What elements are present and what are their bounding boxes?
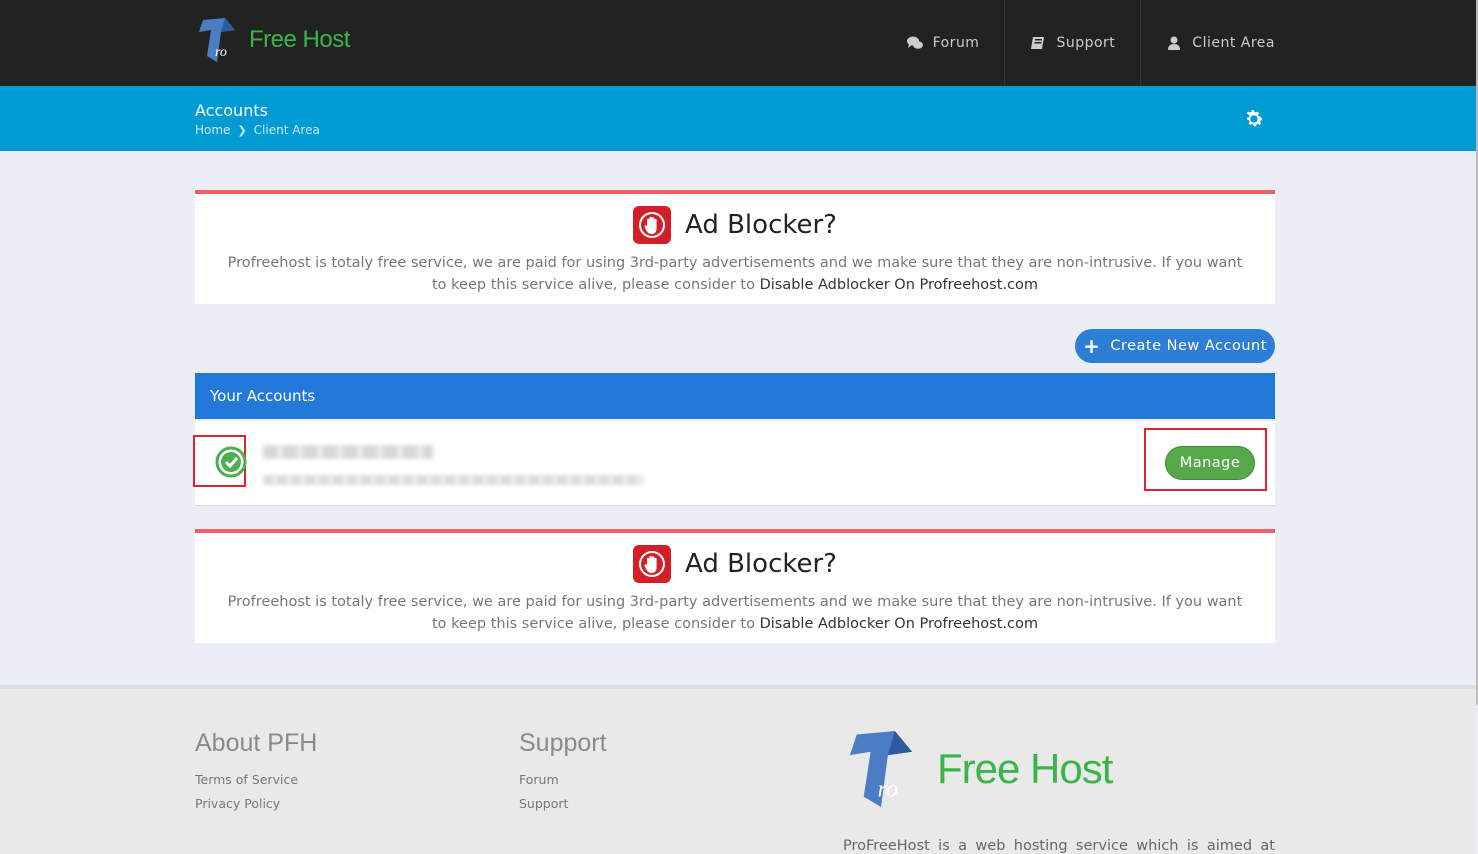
adblock-title: Ad Blocker? xyxy=(685,210,837,240)
footer-description: ProFreeHost is a web hosting service whi… xyxy=(843,838,1275,854)
pro-logo-icon: ro xyxy=(849,731,913,807)
account-row: Manage xyxy=(193,421,1275,506)
accounts-panel-header: Your Accounts xyxy=(195,373,1275,419)
adblock-notice-top: Ad Blocker? Profreehost is totaly free s… xyxy=(195,190,1275,304)
adblock-message: Profreehost is totaly free service, we a… xyxy=(225,591,1245,635)
footer-support-link[interactable]: Support xyxy=(519,796,607,811)
site-footer: About PFH Terms of Service Privacy Polic… xyxy=(0,685,1476,854)
account-details-redacted xyxy=(263,475,643,485)
adblock-text: Profreehost is totaly free service, we a… xyxy=(227,255,1243,293)
terms-of-service-link[interactable]: Terms of Service xyxy=(195,772,317,787)
footer-support-title: Support xyxy=(519,729,607,757)
footer-about-title: About PFH xyxy=(195,729,318,757)
plus-icon: + xyxy=(1083,334,1101,358)
check-circle-icon xyxy=(215,446,247,478)
create-new-account-label: Create New Account xyxy=(1110,338,1267,354)
footer-about: About PFH Terms of Service Privacy Polic… xyxy=(195,729,317,820)
footer-forum-link[interactable]: Forum xyxy=(519,772,607,787)
footer-support: Support Forum Support xyxy=(519,729,607,820)
disable-adblocker-link[interactable]: Disable Adblocker On Profreehost.com xyxy=(760,616,1038,632)
stop-hand-icon xyxy=(633,206,671,244)
accounts-panel-title: Your Accounts xyxy=(210,387,316,405)
adblock-notice-bottom: Ad Blocker? Profreehost is totaly free s… xyxy=(195,529,1275,643)
manage-button[interactable]: Manage xyxy=(1165,446,1255,480)
footer-logo: ro Free Host xyxy=(843,727,1113,811)
disable-adblocker-link[interactable]: Disable Adblocker On Profreehost.com xyxy=(760,277,1038,293)
adblock-text: Profreehost is totaly free service, we a… xyxy=(227,594,1243,632)
create-new-account-button[interactable]: + Create New Account xyxy=(1075,329,1275,363)
svg-text:ro: ro xyxy=(878,776,899,803)
adblock-message: Profreehost is totaly free service, we a… xyxy=(225,252,1245,296)
footer-logo-text: Free Host xyxy=(937,745,1113,792)
stop-hand-icon xyxy=(633,545,671,583)
adblock-title: Ad Blocker? xyxy=(685,549,837,579)
privacy-policy-link[interactable]: Privacy Policy xyxy=(195,796,317,811)
account-name-redacted xyxy=(263,445,433,459)
